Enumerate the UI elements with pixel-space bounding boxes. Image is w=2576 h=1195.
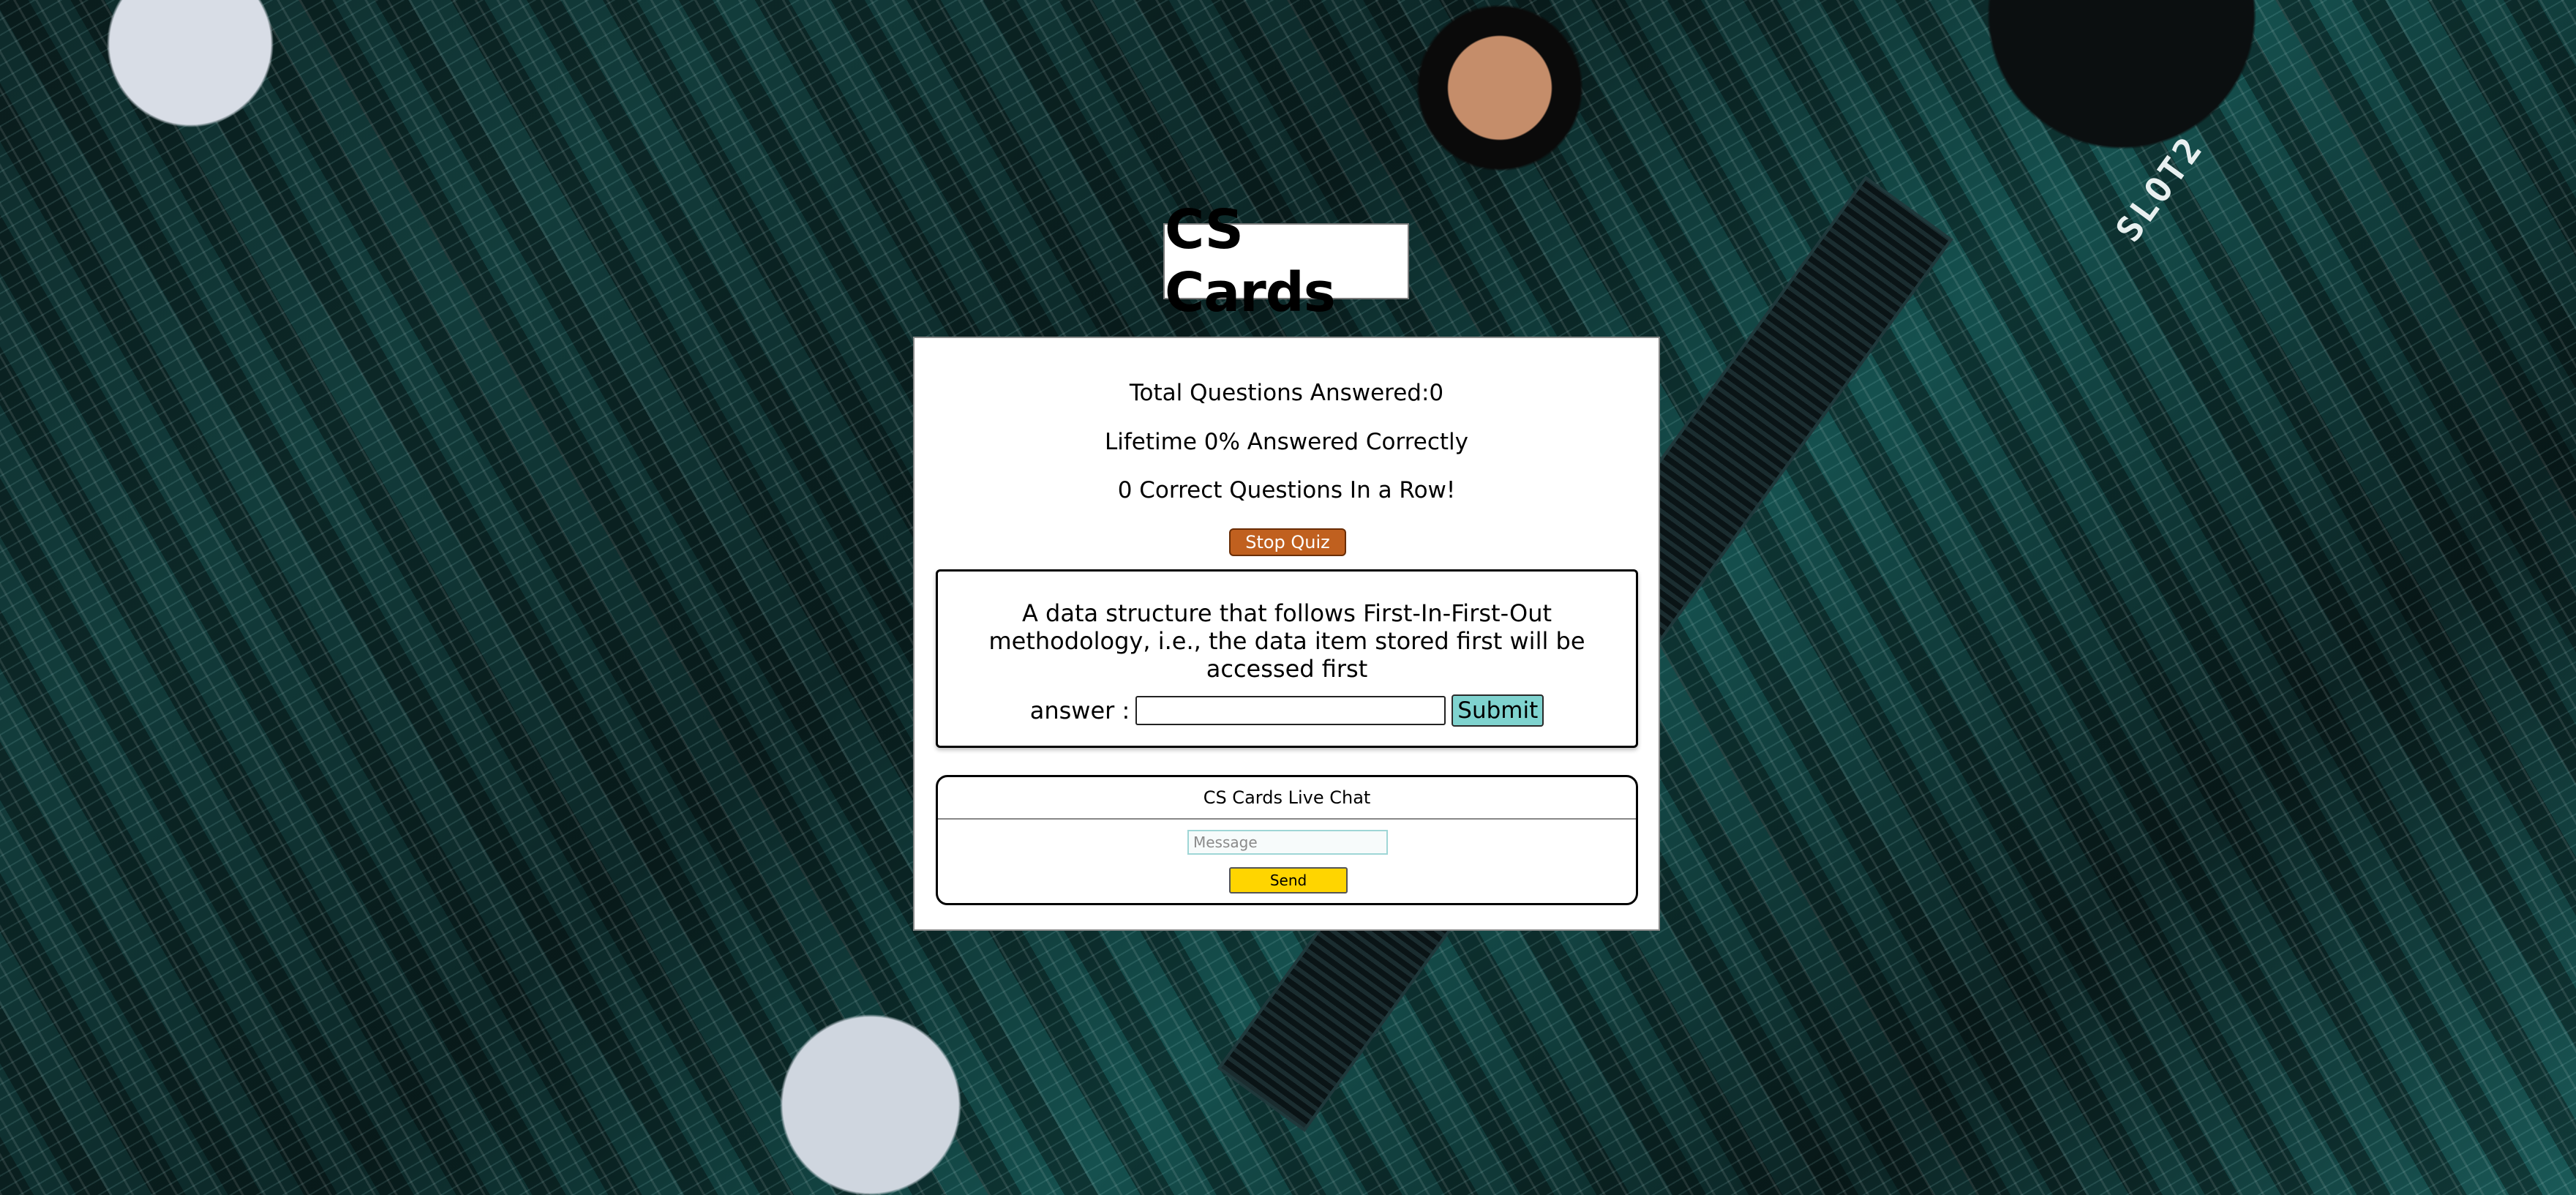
total-answered-stat: Total Questions Answered:0 — [1129, 380, 1444, 406]
live-chat-card: CS Cards Live Chat Send — [936, 775, 1638, 905]
streak-stat: 0 Correct Questions In a Row! — [1117, 477, 1456, 503]
lifetime-accuracy-stat: Lifetime 0% Answered Correctly — [1105, 429, 1468, 455]
question-text: A data structure that follows First-In-F… — [988, 599, 1585, 683]
page-title: CS Cards — [1163, 198, 1409, 324]
chat-title: CS Cards Live Chat — [938, 777, 1636, 820]
quiz-panel: Total Questions Answered:0 Lifetime 0% A… — [913, 337, 1660, 931]
question-card: A data structure that follows First-In-F… — [936, 569, 1638, 748]
stop-quiz-button[interactable]: Stop Quiz — [1229, 528, 1346, 556]
send-button[interactable]: Send — [1229, 867, 1348, 894]
answer-input[interactable] — [1135, 696, 1446, 725]
background-slot-label: SLOT2 — [2108, 128, 2212, 250]
submit-button[interactable]: Submit — [1452, 694, 1544, 727]
chat-message-input[interactable] — [1187, 830, 1388, 855]
answer-label: answer : — [1029, 697, 1130, 724]
answer-row: answer : Submit — [938, 694, 1636, 727]
